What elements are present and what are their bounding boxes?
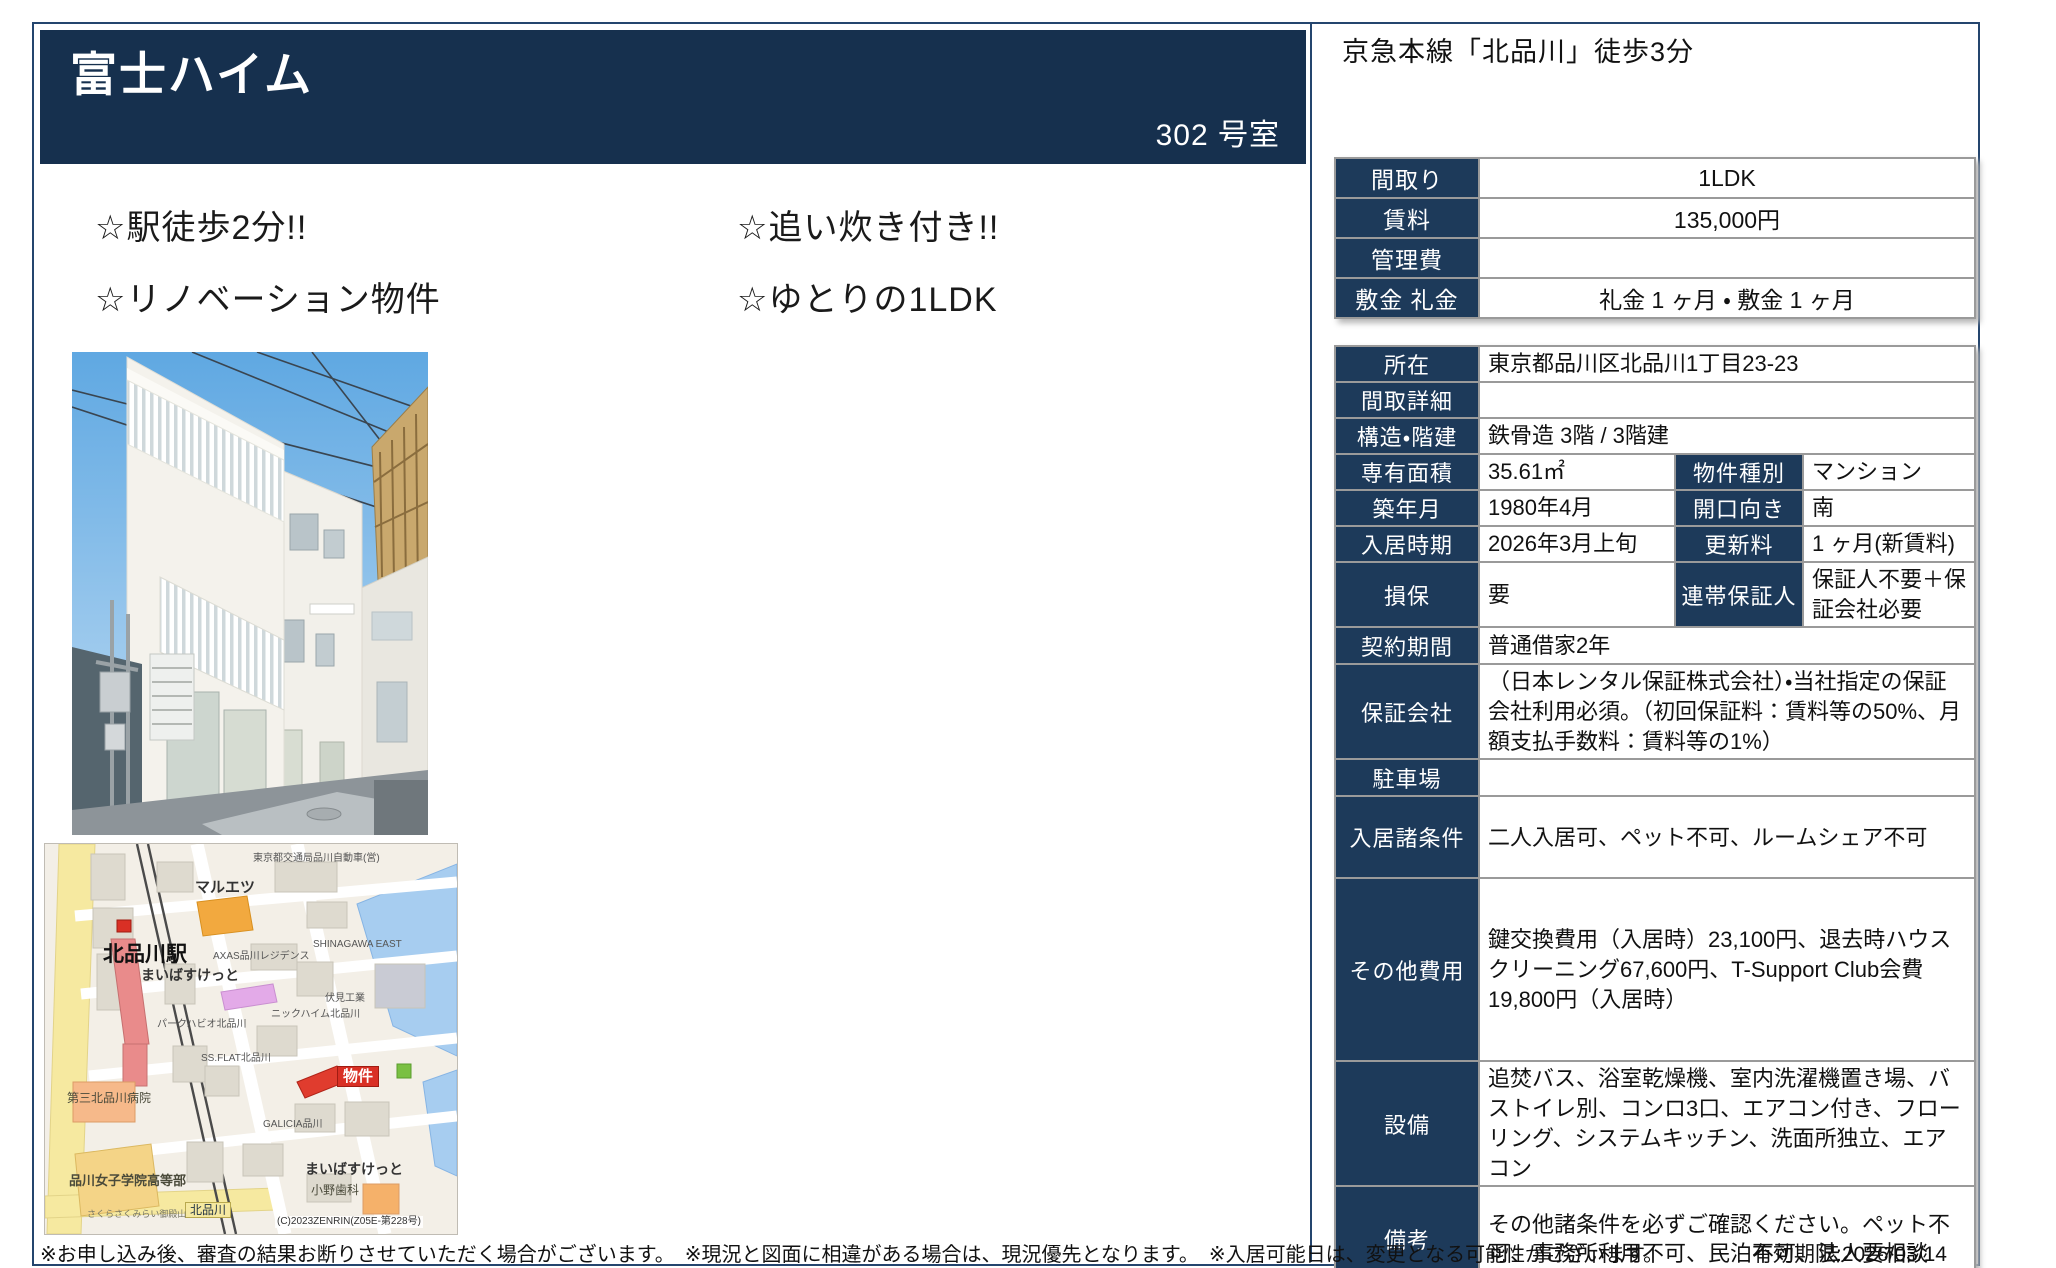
detail-value-renewal-fee: 1 ヶ月(新賃料) xyxy=(1803,526,1975,562)
detail-table: 所在 東京都品川区北品川1丁目23-23 間取詳細 構造・階建 鉄骨造 3階 /… xyxy=(1334,345,1976,1268)
summary-table: 間取り 1LDK 賃料 135,000円 管理費 敷金 礼金 礼金 1 ヶ月 ・… xyxy=(1334,157,1976,319)
detail-value-guarantor: 保証人不要＋保証会社必要 xyxy=(1803,562,1975,627)
detail-label-layout-detail: 間取詳細 xyxy=(1335,382,1479,418)
room-number: 302 号室 xyxy=(1156,110,1280,154)
detail-label-insurance: 損保 xyxy=(1335,562,1479,627)
detail-label-structure: 構造・階建 xyxy=(1335,418,1479,454)
detail-value-facing: 南 xyxy=(1803,490,1975,526)
feature-1ldk: ☆ゆとりの1LDK xyxy=(737,272,998,321)
map-property-marker: 物件 xyxy=(337,1066,379,1087)
map-label-sakura: さくらさくみらい御殿山 xyxy=(87,1210,186,1219)
feature-reheat: ☆追い炊き付き!! xyxy=(737,200,999,249)
summary-value-shikirei: 礼金 1 ヶ月 ・ 敷金 1 ヶ月 xyxy=(1479,278,1975,318)
area-map: 北品川駅 マルエツ まいばすけっと 物件 まいばすけっと 小野歯科 品川女子学院… xyxy=(44,843,458,1235)
feature-renovation: ☆リノベーション物件 xyxy=(95,272,441,321)
map-label-bus-depot: 東京都交通局品川自動車(営) xyxy=(253,854,380,864)
detail-value-address: 東京都品川区北品川1丁目23-23 xyxy=(1479,346,1975,382)
map-label-galicia: GALICIA品川 xyxy=(263,1120,322,1130)
train-access: 京急本線「北品川」徒歩3分 xyxy=(1342,30,1694,69)
detail-label-guarantee-company: 保証会社 xyxy=(1335,664,1479,759)
detail-value-layout-detail xyxy=(1479,382,1975,418)
map-mybasket-label-1: まいばすけっと xyxy=(141,968,239,982)
detail-value-contract-term: 普通借家2年 xyxy=(1479,627,1975,664)
summary-label-shikirei: 敷金 礼金 xyxy=(1335,278,1479,318)
detail-label-conditions: 入居諸条件 xyxy=(1335,796,1479,878)
detail-label-area: 専有面積 xyxy=(1335,454,1479,490)
detail-value-insurance: 要 xyxy=(1479,562,1675,627)
map-label-parkhabio: パークハビオ北品川 xyxy=(157,1020,247,1030)
expiry-date: 有効期限:2026/03/14 xyxy=(1752,1238,1947,1268)
summary-value-kanrihi xyxy=(1479,238,1975,278)
property-flyer: 富士ハイム 302 号室 ☆駅徒歩2分!! ☆追い炊き付き!! ☆リノベーション… xyxy=(0,0,2056,1268)
detail-value-movein: 2026年3月上旬 xyxy=(1479,526,1675,562)
panel-divider xyxy=(1310,22,1312,1262)
detail-label-other-fees: その他費用 xyxy=(1335,878,1479,1061)
detail-value-conditions: 二人入居可、ペット不可、ルームシェア不可 xyxy=(1479,796,1975,878)
maruetsu-building xyxy=(197,896,253,936)
map-label-nickheim: ニックハイム北品川 xyxy=(271,1010,360,1020)
map-school-label: 品川女子学院高等部 xyxy=(69,1174,186,1187)
detail-value-other-fees: 鍵交換費用（入居時）23,100円、退去時ハウスクリーニング67,600円、T-… xyxy=(1479,878,1975,1061)
building-photo xyxy=(72,352,428,835)
map-roadsign-kitashinagawa: 北品川 xyxy=(185,1202,231,1218)
map-label-ssflat: SS.FLAT北品川 xyxy=(201,1054,271,1064)
header-banner: 富士ハイム 302 号室 xyxy=(40,30,1306,164)
summary-label-rent: 賃料 xyxy=(1335,198,1479,238)
detail-label-renewal-fee: 更新料 xyxy=(1675,526,1803,562)
map-label-shinagawa-east: SHINAGAWA EAST xyxy=(313,940,402,950)
disclaimer-notes: ※お申し込み後、審査の結果お断りさせていただく場合がございます。 ※現況と図面に… xyxy=(40,1238,1663,1267)
summary-value-rent: 135,000円 xyxy=(1479,198,1975,238)
map-mybasket-label-2: まいばすけっと xyxy=(305,1162,403,1176)
detail-label-property-type: 物件種別 xyxy=(1675,454,1803,490)
detail-value-built: 1980年4月 xyxy=(1479,490,1675,526)
summary-value-madori: 1LDK xyxy=(1479,158,1975,198)
detail-label-address: 所在 xyxy=(1335,346,1479,382)
detail-value-structure: 鉄骨造 3階 / 3階建 xyxy=(1479,418,1975,454)
map-label-axas: AXAS品川レジデンス xyxy=(213,952,309,962)
detail-label-built: 築年月 xyxy=(1335,490,1479,526)
detail-label-movein: 入居時期 xyxy=(1335,526,1479,562)
detail-value-equipment: 追焚バス、浴室乾燥機、室内洗濯機置き場、バストイレ別、コンロ3口、エアコン付き、… xyxy=(1479,1061,1975,1186)
detail-value-guarantee-company: （日本レンタル保証株式会社）・当社指定の保証会社利用必須。（初回保証料：賃料等の… xyxy=(1479,664,1975,759)
map-copyright: (C)2023ZENRIN(Z05E-第228号) xyxy=(275,1216,423,1228)
detail-label-equipment: 設備 xyxy=(1335,1061,1479,1186)
map-station-label: 北品川駅 xyxy=(103,944,187,965)
feature-walk: ☆駅徒歩2分!! xyxy=(95,200,307,249)
detail-value-area: 35.61㎡ xyxy=(1479,454,1675,490)
detail-label-parking: 駐車場 xyxy=(1335,759,1479,796)
detail-value-parking xyxy=(1479,759,1975,796)
map-dental-label: 小野歯科 xyxy=(311,1184,359,1196)
detail-value-property-type: マンション xyxy=(1803,454,1975,490)
detail-label-contract-term: 契約期間 xyxy=(1335,627,1479,664)
summary-label-madori: 間取り xyxy=(1335,158,1479,198)
map-label-fushimi: 伏見工業 xyxy=(325,994,365,1004)
map-maruetsu-label: マルエツ xyxy=(195,880,255,895)
detail-label-guarantor: 連帯保証人 xyxy=(1675,562,1803,627)
building-name: 富士ハイム xyxy=(70,36,313,105)
detail-label-facing: 開口向き xyxy=(1675,490,1803,526)
map-hospital-label: 第三北品川病院 xyxy=(67,1092,151,1104)
summary-label-kanrihi: 管理費 xyxy=(1335,238,1479,278)
